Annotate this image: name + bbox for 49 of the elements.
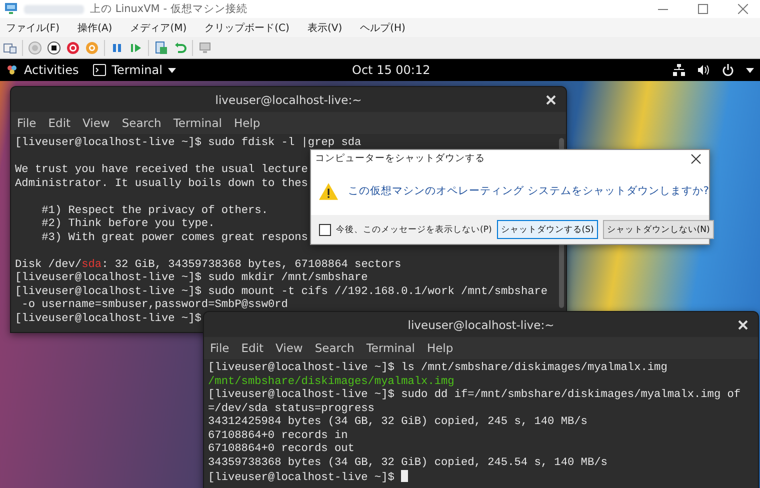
terminal-line: [liveuser@localhost-live ~]$ (15, 312, 202, 324)
app-menu-button[interactable]: Terminal (92, 63, 176, 77)
menu-item[interactable]: Help (234, 116, 260, 130)
terminal-line: We trust you have received the usual lecture (15, 164, 308, 176)
terminal-line: -o username=smbuser,password=SmbP@ssw0rd (20, 299, 288, 311)
menu-item[interactable]: メディア(M) (130, 20, 187, 34)
menu-item[interactable]: Edit (48, 116, 71, 130)
menu-item[interactable]: Terminal (366, 341, 415, 355)
terminal-line: /mnt/smbshare/diskimages/myalmalx.img (208, 376, 454, 388)
menu-item[interactable]: File (17, 116, 36, 130)
terminal-line: #1) Respect the privacy of others. (40, 204, 268, 216)
terminal-line: [liveuser@localhost-live ~]$ sudo mkdir /mnt/smbshare (15, 272, 368, 284)
terminal-line: [liveuser@localhost-live ~]$ sudo dd if=/mnt/smbshare/diskimages/myalmalx.img of (208, 389, 741, 401)
menu-item[interactable]: File (210, 341, 230, 355)
dialog-title: コンピューターをシャットダウンする (315, 152, 485, 165)
menu-item[interactable]: Help (426, 341, 454, 355)
terminal-line: Disk /dev/sda: 32 GiB, 34359738368 bytes, 67108864 sectors (15, 258, 402, 270)
terminal-line: #3) With great power comes great respons (40, 232, 308, 244)
menu-item[interactable]: View (276, 341, 303, 355)
checkbox-label: 今後、このメッセージを表示しない(P) (336, 224, 492, 236)
terminal-line: #2) Think before you type. (40, 218, 215, 230)
menu-item[interactable]: Edit (241, 341, 264, 355)
menu-item[interactable]: Search (314, 341, 354, 355)
window-title: 上の LinuxVM - 仮想マシン接続 (90, 2, 248, 16)
menu-item[interactable]: Terminal (173, 116, 222, 130)
terminal-line: Administrator. It usually boils down to thes (15, 178, 308, 190)
dialog-button[interactable]: シャットダウンしない(N) (602, 220, 714, 239)
terminal-line: [liveuser@localhost-live ~]$ (208, 472, 396, 484)
window-title: liveuser@localhost-live:~ (215, 92, 362, 106)
menu-item[interactable]: ヘルプ(H) (360, 20, 406, 34)
terminal-line: 67108864+0 records out (208, 443, 354, 455)
dialog-button[interactable]: シャットダウンする(S) (496, 220, 598, 239)
terminal-line: [liveuser@localhost-live ~]$ ls /mnt/smbshare/diskimages/myalmalx.img (208, 362, 668, 374)
menu-item[interactable]: View (82, 116, 110, 130)
terminal-line: =/dev/sda status=progress (208, 402, 374, 414)
terminal-line: [liveuser@localhost-live ~]$ sudo mount -t cifs //192.168.0.1/work /mnt/smbshare (15, 286, 548, 298)
menu-item[interactable]: 操作(A) (78, 20, 112, 34)
menu-item[interactable]: ファイル(F) (6, 20, 60, 34)
menu-item[interactable]: 表示(V) (307, 20, 342, 34)
menu-item[interactable]: クリップボード(C) (204, 20, 290, 34)
window-title: liveuser@localhost-live:~ (408, 318, 554, 332)
terminal-line: 34359738368 bytes (34 GB, 32 GiB) copied, 245.54 s, 140 MB/s (208, 456, 608, 468)
activities-button[interactable]: Activities (6, 63, 79, 77)
dialog-message: この仮想マシンのオペレーティング システムをシャットダウンしますか? (348, 184, 709, 198)
clock[interactable]: Oct 15 00:12 (352, 63, 430, 77)
terminal-line: [liveuser@localhost-live ~]$ sudo fdisk -l |grep sda (15, 137, 362, 149)
terminal-line: 34312425984 bytes (34 GB, 32 GiB) copied, 245 s, 140 MB/s (208, 416, 588, 428)
terminal-line: 67108864+0 records in (208, 430, 348, 442)
menu-item[interactable]: Search (122, 116, 162, 130)
